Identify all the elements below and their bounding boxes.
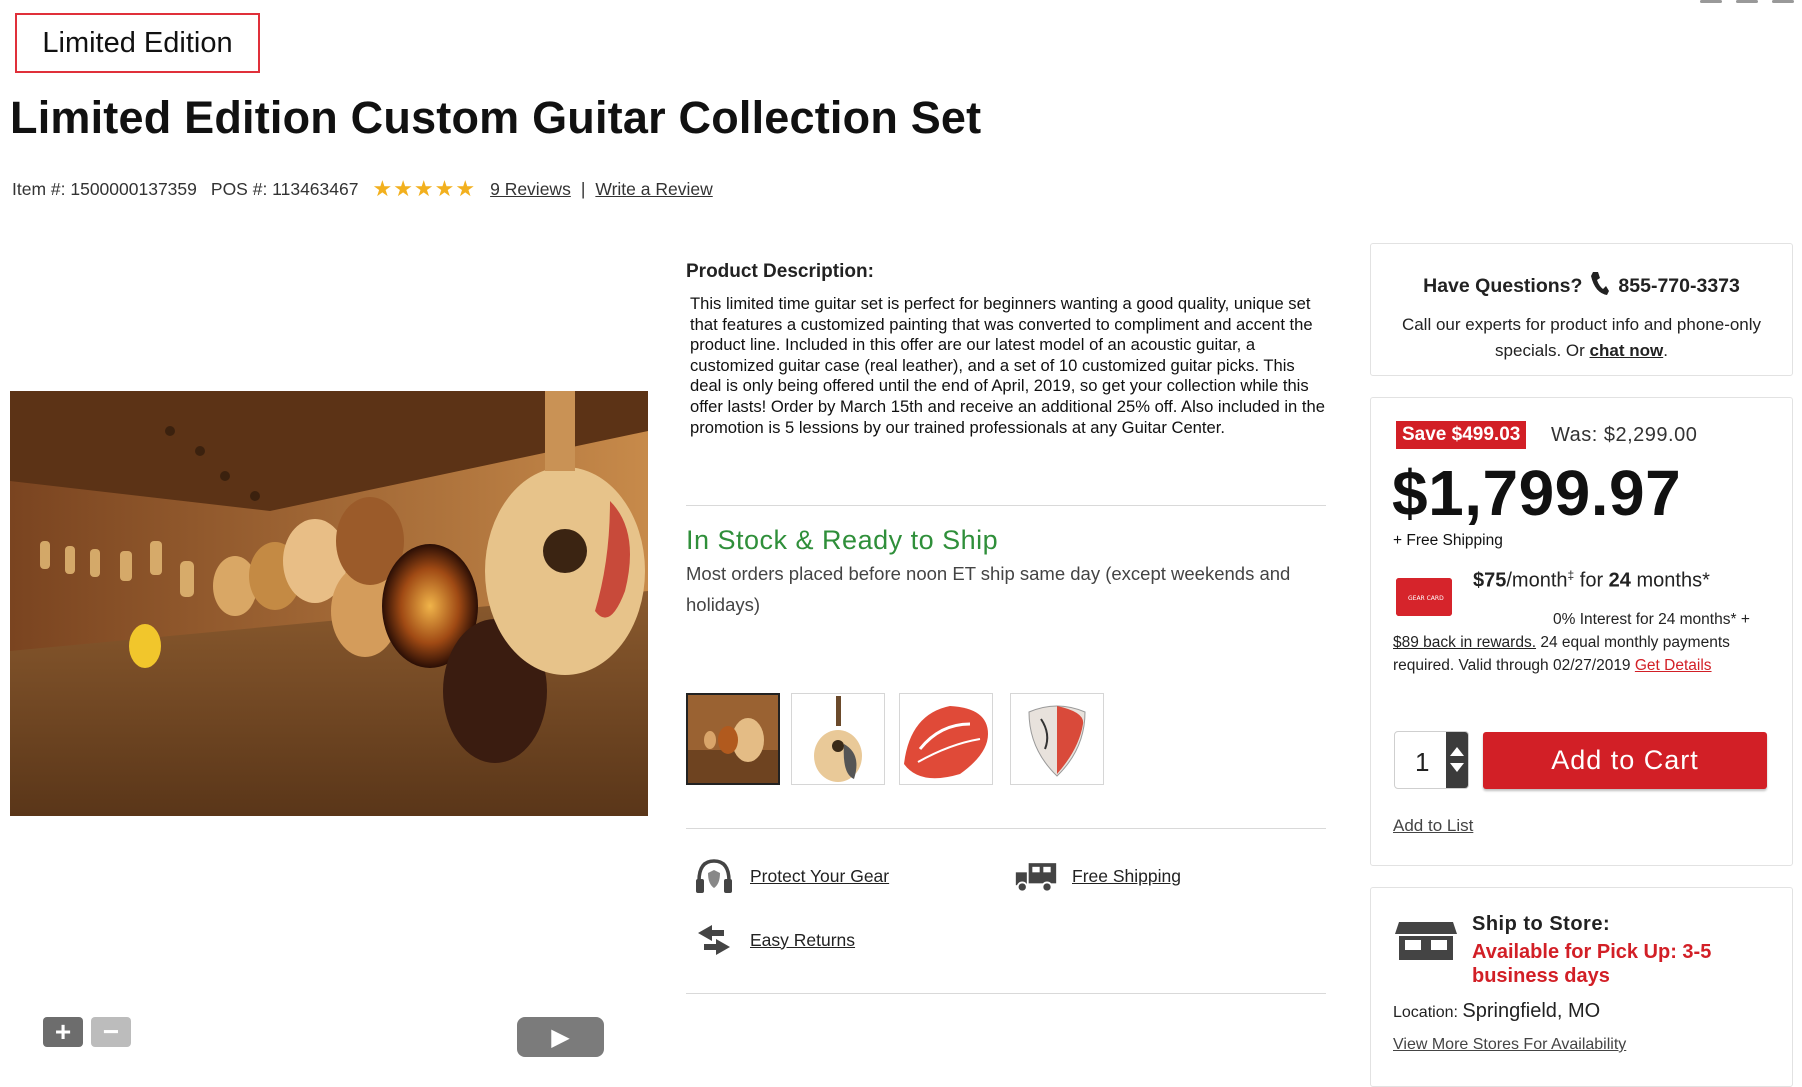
ship-to-store-title: Ship to Store: (1472, 913, 1611, 935)
limited-edition-badge: Limited Edition (15, 13, 260, 73)
questions-box: Have Questions? 855-770-3373 Call our ex… (1370, 243, 1793, 376)
thumbnail-guitar[interactable] (791, 693, 885, 785)
product-main-image[interactable] (10, 391, 648, 816)
description-heading: Product Description: (686, 261, 874, 282)
phone-number[interactable]: 855-770-3373 (1618, 275, 1739, 298)
questions-heading: Have Questions? (1423, 274, 1583, 297)
zoom-out-button[interactable]: − (91, 1016, 131, 1047)
description-body: This limited time guitar set is perfect … (690, 294, 1325, 437)
quantity-value[interactable]: 1 (1415, 747, 1429, 778)
reviews-link[interactable]: 9 Reviews (490, 179, 571, 200)
financing-details: 0% Interest for 24 months* + $89 back in… (1393, 611, 1750, 674)
financing-offer: $75/month‡ for 24 months* (1473, 568, 1710, 592)
add-to-list-link[interactable]: Add to List (1393, 816, 1473, 836)
header-icon[interactable] (1736, 0, 1758, 3)
add-to-cart-button[interactable]: Add to Cart (1483, 732, 1767, 789)
price-box: Save $499.03 Was: $2,299.00 $1,799.97 + … (1370, 397, 1793, 866)
return-arrows-icon (692, 920, 736, 960)
get-details-link[interactable]: Get Details (1635, 657, 1712, 674)
current-price: $1,799.97 (1392, 457, 1682, 529)
write-review-link[interactable]: Write a Review (595, 179, 712, 200)
header-icon[interactable] (1772, 0, 1794, 3)
play-video-button[interactable]: ▶ (517, 1017, 604, 1057)
save-badge: Save $499.03 (1396, 421, 1527, 449)
feature-shipping[interactable]: Free Shipping (1014, 856, 1181, 896)
rewards-link[interactable]: $89 back in rewards. (1393, 634, 1536, 651)
thumbnail-case[interactable] (899, 693, 993, 785)
chevron-down-icon[interactable] (1450, 763, 1464, 772)
item-number: Item #: 1500000137359 (12, 178, 197, 199)
view-more-stores-link[interactable]: View More Stores For Availability (1393, 1036, 1626, 1054)
quantity-arrows[interactable] (1446, 732, 1468, 788)
chevron-up-icon[interactable] (1450, 747, 1464, 756)
feature-protect[interactable]: Protect Your Gear (692, 856, 889, 896)
shipping-info: Most orders placed before noon ET ship s… (686, 563, 1291, 615)
was-price: Was: $2,299.00 (1551, 424, 1698, 446)
separator: | (580, 178, 586, 199)
location-value[interactable]: Springfield, MO (1462, 1000, 1600, 1022)
stock-status: In Stock & Ready to Ship (686, 525, 999, 555)
free-shipping-note: + Free Shipping (1393, 532, 1503, 549)
svg-text:GEAR CARD: GEAR CARD (1408, 595, 1444, 602)
feature-returns[interactable]: Easy Returns (692, 920, 855, 960)
thumbnail-store[interactable] (686, 693, 780, 785)
pos-number: POS #: 113463467 (210, 178, 359, 199)
divider (686, 828, 1326, 829)
top-right-icons (1700, 0, 1794, 3)
rating-stars: ★★★★★ (372, 176, 477, 201)
product-meta: Item #: 1500000137359 POS #: 113463467 ★… (12, 176, 713, 202)
chat-now-link[interactable]: chat now (1590, 341, 1664, 360)
store-icon (1395, 918, 1457, 962)
free-shipping-link[interactable]: Free Shipping (1072, 866, 1181, 887)
ship-to-store-box: Ship to Store: Available for Pick Up: 3-… (1370, 887, 1793, 1087)
questions-text: Call our experts for product info and ph… (1401, 315, 1762, 360)
phone-icon (1590, 270, 1610, 302)
truck-icon (1014, 856, 1058, 896)
easy-returns-link[interactable]: Easy Returns (750, 930, 855, 951)
page-title: Limited Edition Custom Guitar Collection… (10, 92, 982, 143)
pickup-availability: Available for Pick Up: 3-5 business days (1472, 941, 1712, 987)
quantity-stepper[interactable]: 1 (1394, 731, 1469, 789)
store-location: Location: Springfield, MO (1393, 1000, 1601, 1022)
header-icon[interactable] (1700, 0, 1722, 3)
play-icon: ▶ (551, 1024, 570, 1051)
divider (686, 993, 1326, 994)
protect-gear-link[interactable]: Protect Your Gear (750, 866, 889, 887)
zoom-in-button[interactable]: + (43, 1016, 83, 1047)
divider (686, 505, 1326, 506)
thumbnail-pick[interactable] (1010, 693, 1104, 785)
headphones-shield-icon (692, 856, 736, 896)
